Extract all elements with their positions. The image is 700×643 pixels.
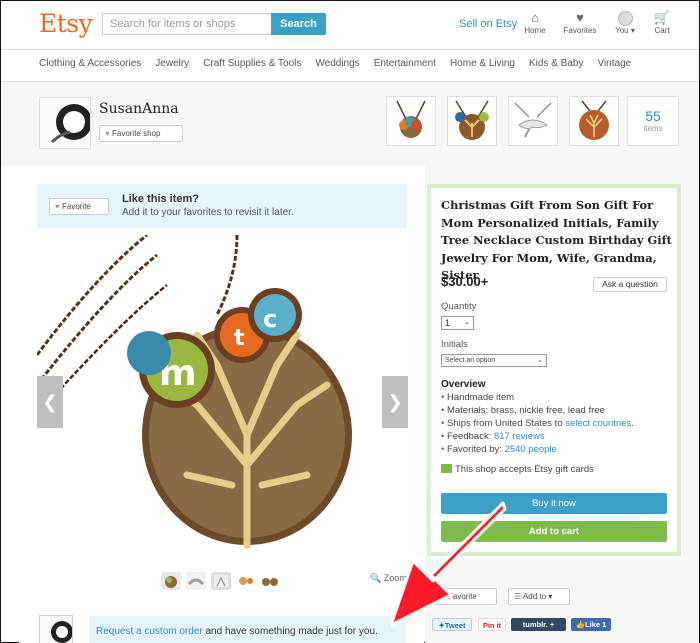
nav-cart[interactable]: 🛒 Cart — [642, 9, 682, 35]
category-craft-supplies[interactable]: Craft Supplies & Tools — [203, 58, 301, 69]
gallery-thumbnail[interactable] — [161, 572, 181, 590]
overview-feedback: Feedback: 817 reviews — [441, 430, 634, 443]
etsy-logo[interactable]: Etsy — [39, 9, 93, 38]
gallery-thumbnail[interactable] — [260, 572, 280, 590]
overview-list: Handmade item Materials: brass, nickle f… — [441, 391, 634, 456]
quantity-value: 1 — [445, 318, 451, 328]
main-product-image[interactable]: t c m — [37, 235, 407, 565]
like-item-title: Like this item? — [122, 193, 200, 205]
shop-items-count[interactable]: 55 items — [627, 96, 679, 146]
sell-on-etsy-link[interactable]: Sell on Etsy — [459, 18, 517, 30]
category-clothing[interactable]: Clothing & Accessories — [39, 58, 141, 69]
header-divider — [1, 49, 699, 50]
quantity-label: Quantity — [441, 301, 477, 312]
shop-avatar[interactable] — [39, 97, 91, 149]
favorite-shop-button[interactable]: ♥ Favorite shop — [99, 125, 183, 142]
site-header: Etsy Search for items or shops Search Se… — [1, 1, 699, 49]
cart-icon: 🛒 — [653, 10, 671, 25]
gallery-thumbnail[interactable] — [236, 572, 256, 590]
category-vintage[interactable]: Vintage — [597, 58, 631, 69]
items-label: items — [643, 124, 663, 133]
initials-label: Initials — [441, 339, 468, 350]
like-item-subtitle: Add it to your favorites to revisit it l… — [122, 207, 294, 218]
chevron-left-icon: ❮ — [42, 392, 58, 412]
red-arrow-annotation — [391, 501, 507, 627]
svg-text:c: c — [263, 305, 277, 333]
gift-card-icon — [441, 464, 452, 473]
gift-card-text: This shop accepts Etsy gift cards — [455, 464, 594, 475]
category-home-living[interactable]: Home & Living — [450, 58, 515, 69]
favorited-by-link[interactable]: 2540 people — [505, 444, 557, 455]
product-title: Christmas Gift From Son Gift For Mom Per… — [441, 198, 672, 283]
nav-home[interactable]: ⌂ Home — [515, 9, 555, 35]
heart-icon: ♥ — [576, 10, 584, 25]
shop-item-thumbnail[interactable] — [508, 96, 558, 146]
select-countries-link[interactable]: select countries — [565, 418, 631, 429]
add-to-label: Add to ▾ — [522, 592, 553, 601]
heart-icon: ♥ — [55, 202, 60, 211]
shop-item-thumbnail[interactable] — [569, 96, 619, 146]
shop-owner-avatar[interactable] — [39, 615, 73, 643]
items-count: 55 — [645, 108, 661, 124]
user-icon — [605, 9, 645, 27]
facebook-like-button[interactable]: 👍Like 1 — [571, 618, 611, 631]
shop-name[interactable]: SusanAnna — [99, 101, 179, 117]
initials-select[interactable]: Select an option ⌄ — [441, 354, 547, 367]
category-nav: Clothing & Accessories Jewelry Craft Sup… — [39, 58, 631, 69]
svg-text:t: t — [234, 326, 245, 351]
nav-home-label: Home — [524, 26, 546, 35]
chevron-right-icon: ❯ — [387, 392, 403, 412]
category-jewelry[interactable]: Jewelry — [155, 58, 189, 69]
favorite-button[interactable]: ♥ Favorite — [49, 198, 109, 215]
previous-image-button[interactable]: ❮ — [37, 376, 63, 428]
gallery-thumbnail[interactable] — [186, 572, 206, 590]
overview-favorited: Favorited by: 2540 people — [441, 443, 634, 456]
request-custom-order-link[interactable]: Request a custom order — [96, 626, 203, 637]
category-kids-baby[interactable]: Kids & Baby — [529, 58, 583, 69]
overview-shipping: Ships from United States to select count… — [441, 417, 634, 430]
heart-icon: ♥ — [105, 129, 110, 138]
nav-favorites-label: Favorites — [563, 26, 597, 35]
initials-select-value: Select an option — [445, 357, 496, 364]
category-entertainment[interactable]: Entertainment — [374, 58, 436, 69]
quantity-select[interactable]: 1 ⌄ — [441, 316, 474, 330]
magnifier-icon: 🔍 — [370, 573, 382, 583]
thumbs-up-icon: 👍 — [575, 620, 586, 629]
chevron-down-icon: ⌄ — [464, 319, 470, 326]
nav-you-label: You ▾ — [615, 26, 635, 35]
shop-item-thumbnail[interactable] — [447, 96, 497, 146]
overview-handmade: Handmade item — [441, 391, 634, 404]
reviews-link[interactable]: 817 reviews — [494, 431, 545, 442]
chevron-down-icon: ⌄ — [537, 357, 543, 364]
category-weddings[interactable]: Weddings — [315, 58, 359, 69]
search-input[interactable]: Search for items or shops — [102, 13, 271, 35]
product-price: $30.00+ — [441, 274, 489, 289]
favorite-button-label: Favorite — [61, 202, 91, 211]
search-button[interactable]: Search — [271, 13, 326, 35]
nav-favorites[interactable]: ♥ Favorites — [560, 9, 600, 35]
overview-materials: Materials: brass, nickle free, lead free — [441, 404, 634, 417]
gallery-thumbnail[interactable] — [211, 572, 231, 590]
custom-order-banner: Request a custom order and have somethin… — [89, 616, 406, 643]
favorite-shop-label: Favorite shop — [111, 129, 161, 138]
overview-heading: Overview — [441, 379, 486, 390]
nav-you[interactable]: You ▾ — [605, 9, 645, 35]
next-image-button[interactable]: ❯ — [382, 376, 408, 428]
custom-order-text: and have something made just for you. — [202, 626, 378, 637]
home-icon: ⌂ — [531, 10, 539, 25]
plus-icon: + — [549, 620, 555, 629]
shop-item-thumbnail[interactable] — [386, 96, 436, 146]
gift-card-notice: This shop accepts Etsy gift cards — [441, 464, 594, 475]
nav-cart-label: Cart — [654, 26, 670, 35]
ask-question-button[interactable]: Ask a question — [593, 277, 667, 292]
